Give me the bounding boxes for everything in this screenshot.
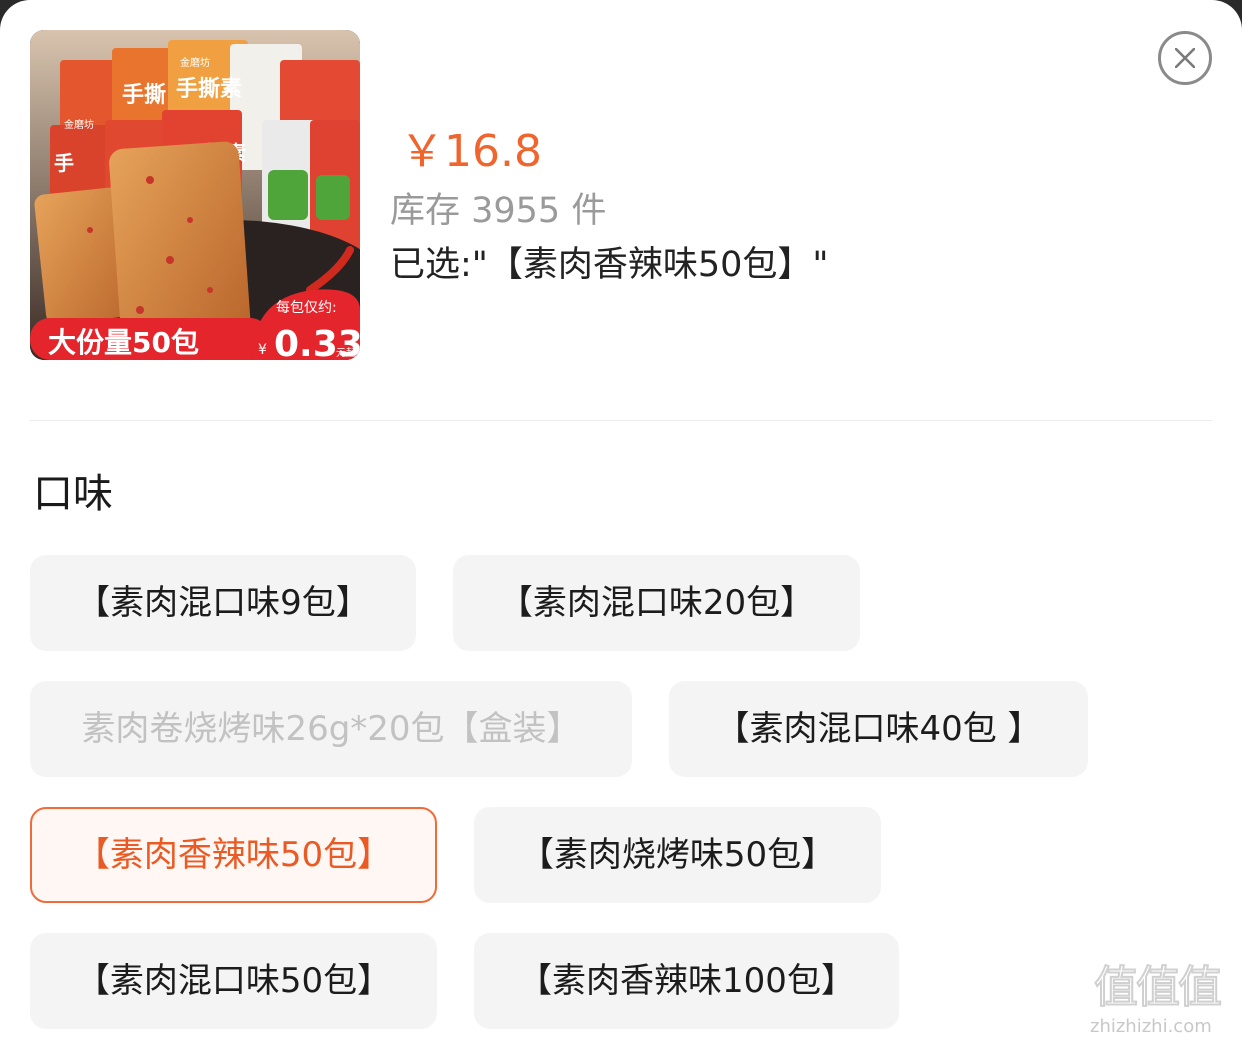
option-spicy-100[interactable]: 【素肉香辣味100包】	[474, 933, 899, 1029]
watermark-logo: 值值值	[1093, 961, 1223, 1014]
svg-text:元起: 元起	[336, 347, 356, 359]
svg-text:大份量50包: 大份量50包	[48, 326, 199, 359]
option-mixed-20[interactable]: 【素肉混口味20包】	[453, 555, 860, 651]
svg-text:¥: ¥	[258, 342, 267, 358]
site-watermark: 值值值 zhizhizhi.com	[1090, 960, 1240, 1040]
sku-selector-sheet: 手撕 手撕素 手 撕素 大份量50包 每包仅约: ¥ 0.33 元起	[0, 0, 1242, 1045]
svg-text:手: 手	[54, 151, 74, 175]
product-thumbnail: 手撕 手撕素 手 撕素 大份量50包 每包仅约: ¥ 0.33 元起	[30, 30, 360, 360]
svg-text:金磨坊: 金磨坊	[64, 118, 94, 131]
svg-text:手撕素: 手撕素	[176, 76, 242, 102]
stock-count: 库存 3955 件	[390, 191, 607, 231]
close-button[interactable]	[1158, 31, 1212, 85]
option-mixed-9[interactable]: 【素肉混口味9包】	[30, 555, 416, 651]
option-spicy-50-selected[interactable]: 【素肉香辣味50包】	[30, 807, 437, 903]
option-bbq-roll-boxed: 素肉卷烧烤味26g*20包【盒装】	[30, 681, 632, 777]
selected-variant-text: 已选:"【素肉香辣味50包】"	[390, 245, 829, 285]
flavor-section-title: 口味	[33, 471, 113, 517]
watermark-url: zhizhizhi.com	[1090, 1016, 1212, 1037]
svg-text:每包仅约:: 每包仅约:	[276, 300, 337, 316]
option-mixed-40[interactable]: 【素肉混口味40包 】	[669, 681, 1088, 777]
option-bbq-50[interactable]: 【素肉烧烤味50包】	[474, 807, 881, 903]
option-mixed-50[interactable]: 【素肉混口味50包】	[30, 933, 437, 1029]
divider	[30, 420, 1212, 421]
svg-text:手撕: 手撕	[122, 82, 166, 108]
product-price: ￥16.8	[400, 126, 542, 177]
svg-text:金磨坊: 金磨坊	[180, 56, 210, 69]
close-icon	[1175, 48, 1195, 68]
